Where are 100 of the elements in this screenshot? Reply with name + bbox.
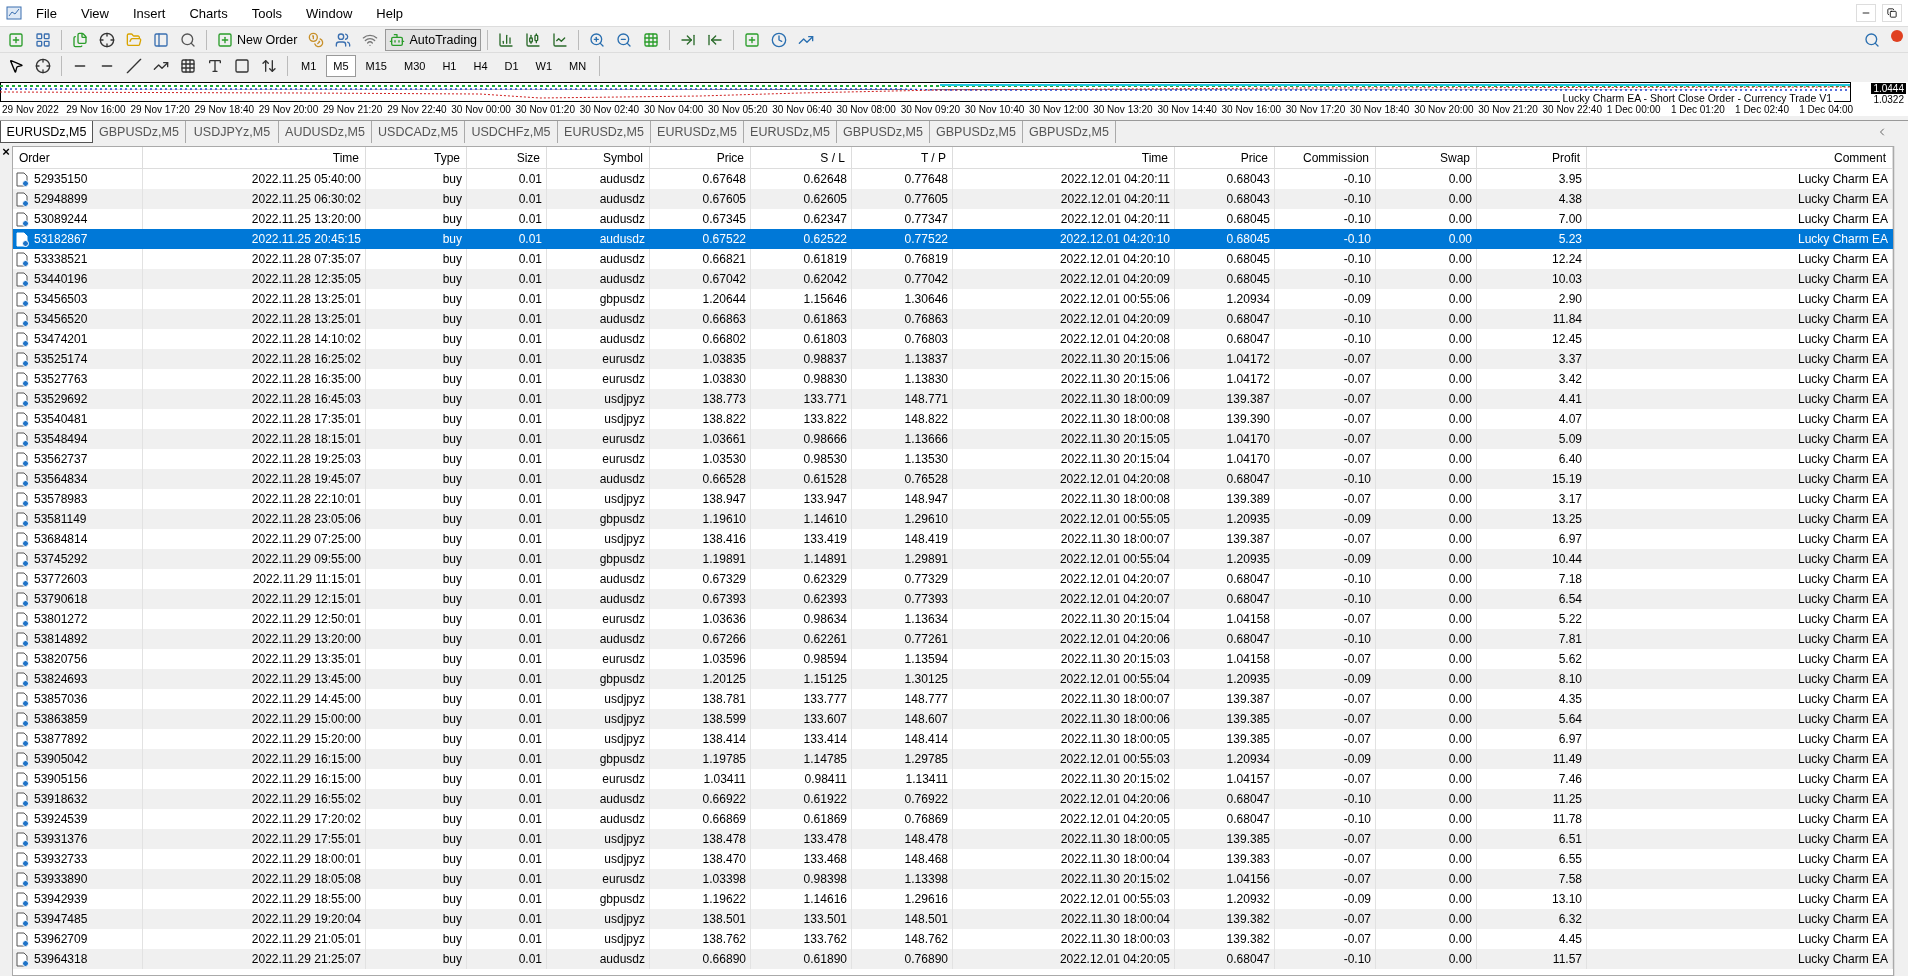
order-row[interactable]: 53529692 2022.11.28 16:45:03 buy 0.01 usdjpyz 138.773 133.771 148.771 2022.11.30 18:00:09 139.387 -0.07 0.00 4.41 Lucky Charm EA [13, 389, 1893, 409]
table-cell: 53820756 [34, 652, 88, 666]
order-row[interactable]: 53745292 2022.11.29 09:55:00 buy 0.01 gbpusdz 1.19891 1.14891 1.29891 2022.12.01 00:55:04 1.20935 -0.09 0.00 10.44 Lucky Charm EA [13, 549, 1893, 569]
menu-item[interactable]: View [70, 3, 119, 23]
order-row[interactable]: 53456503 2022.11.28 13:25:01 buy 0.01 gbpusdz 1.20644 1.15646 1.30646 2022.12.01 00:55:06 1.20934 -0.09 0.00 2.90 Lucky Charm EA [13, 289, 1893, 309]
table-cell: 53962709 [34, 932, 88, 946]
timeframe-button[interactable]: H1 [435, 54, 464, 77]
timeframe-button[interactable]: M1 [294, 54, 324, 77]
order-row[interactable]: 53931376 2022.11.29 17:55:01 buy 0.01 usdjpyz 138.478 133.478 148.478 2022.11.30 18:00:05 139.385 -0.07 0.00 6.51 Lucky Charm EA [13, 829, 1893, 849]
order-row[interactable]: 53581149 2022.11.28 23:05:06 buy 0.01 gbpusdz 1.19610 1.14610 1.29610 2022.12.01 00:55:05 1.20935 -0.09 0.00 13.25 Lucky Charm EA [13, 509, 1893, 529]
order-row[interactable]: 53857036 2022.11.29 14:45:00 buy 0.01 usdjpyz 138.781 133.777 148.777 2022.11.30 18:00:07 139.387 -0.07 0.00 4.35 Lucky Charm EA [13, 689, 1893, 709]
order-row[interactable]: 53932733 2022.11.29 18:00:01 buy 0.01 usdjpyz 138.470 133.468 148.468 2022.11.30 18:00:04 139.383 -0.07 0.00 6.55 Lucky Charm EA [13, 849, 1893, 869]
order-row[interactable]: 53562737 2022.11.28 19:25:03 buy 0.01 eurusdz 1.03530 0.98530 1.13530 2022.11.30 20:15:04 1.04170 -0.07 0.00 6.40 Lucky Charm EA [13, 449, 1893, 469]
order-row[interactable]: 53525174 2022.11.28 16:25:02 buy 0.01 eurusdz 1.03835 0.98837 1.13837 2022.11.30 20:15:06 1.04172 -0.07 0.00 3.37 Lucky Charm EA [13, 349, 1893, 369]
chart-tab[interactable]: USDCADz,M5 [372, 121, 465, 143]
order-row[interactable]: 53578983 2022.11.28 22:10:01 buy 0.01 usdjpyz 138.947 133.947 148.947 2022.11.30 18:00:08 139.389 -0.07 0.00 3.17 Lucky Charm EA [13, 489, 1893, 509]
order-row[interactable]: 52935150 2022.11.25 05:40:00 buy 0.01 audusdz 0.67648 0.62648 0.77648 2022.12.01 04:20:11 0.68043 -0.10 0.00 3.95 Lucky Charm EA [13, 169, 1893, 189]
order-row[interactable]: 53947485 2022.11.29 19:20:04 buy 0.01 usdjpyz 138.501 133.501 148.501 2022.11.30 18:00:04 139.382 -0.07 0.00 6.32 Lucky Charm EA [13, 909, 1893, 929]
menu-item[interactable]: Charts [179, 3, 238, 23]
order-row[interactable]: 53964318 2022.11.29 21:25:07 buy 0.01 audusdz 0.66890 0.61890 0.76890 2022.12.01 04:20:05 0.68047 -0.10 0.00 11.57 Lucky Charm EA [13, 949, 1893, 969]
order-row[interactable]: 53962709 2022.11.29 21:05:01 buy 0.01 usdjpyz 138.762 133.762 148.762 2022.11.30 18:00:03 139.382 -0.07 0.00 4.45 Lucky Charm EA [13, 929, 1893, 949]
menu-item[interactable]: Help [366, 3, 414, 23]
order-row[interactable]: 53564834 2022.11.28 19:45:07 buy 0.01 audusdz 0.66528 0.61528 0.76528 2022.12.01 04:20:08 0.68047 -0.10 0.00 15.19 Lucky Charm EA [13, 469, 1893, 489]
order-document-icon [16, 771, 29, 787]
order-row[interactable]: 53905042 2022.11.29 16:15:00 buy 0.01 gbpusdz 1.19785 1.14785 1.29785 2022.12.01 00:55:03 1.20934 -0.09 0.00 11.49 Lucky Charm EA [13, 749, 1893, 769]
menu-item[interactable]: Tools [241, 3, 293, 23]
order-row[interactable]: 53863859 2022.11.29 15:00:00 buy 0.01 usdjpyz 138.599 133.607 148.607 2022.11.30 18:00:06 139.385 -0.07 0.00 5.64 Lucky Charm EA [13, 709, 1893, 729]
order-row[interactable]: 53772603 2022.11.29 11:15:01 buy 0.01 audusdz 0.67329 0.62329 0.77329 2022.12.01 04:20:07 0.68047 -0.10 0.00 7.18 Lucky Charm EA [13, 569, 1893, 589]
chart-tab[interactable]: USDCHFz,M5 [465, 121, 558, 143]
order-document-icon [16, 391, 29, 407]
timeframe-button[interactable]: W1 [528, 54, 560, 77]
menu-item[interactable]: Insert [122, 3, 176, 23]
minimize-button[interactable] [1856, 4, 1876, 22]
order-row[interactable]: 53440196 2022.11.28 12:35:05 buy 0.01 audusdz 0.67042 0.62042 0.77042 2022.12.01 04:20:09 0.68045 -0.10 0.00 10.03 Lucky Charm EA [13, 269, 1893, 289]
table-cell-text: buy [441, 231, 463, 248]
table-cell: 53440196 [34, 272, 88, 286]
chart-tab[interactable]: EURUSDz,M5 [744, 121, 837, 143]
timeframe-button[interactable]: M30 [396, 54, 433, 77]
chart-tab[interactable]: GBPUSDz,M5 [837, 121, 930, 143]
timeframe-button[interactable]: M15 [358, 54, 394, 77]
order-row[interactable]: 53918632 2022.11.29 16:55:02 buy 0.01 audusdz 0.66922 0.61922 0.76922 2022.12.01 04:20:06 0.68047 -0.10 0.00 11.25 Lucky Charm EA [13, 789, 1893, 809]
menu-item[interactable]: File [26, 3, 67, 23]
chart-tab[interactable]: USDJPYz,M5 [186, 121, 279, 143]
time-axis-label: 29 Nov 16:00 [66, 103, 127, 115]
order-row[interactable]: 53527763 2022.11.28 16:35:00 buy 0.01 eurusdz 1.03830 0.98830 1.13830 2022.11.30 20:15:06 1.04172 -0.07 0.00 3.42 Lucky Charm EA [13, 369, 1893, 389]
order-document-icon [16, 871, 29, 887]
plus-icon [217, 31, 233, 48]
order-row[interactable]: 53820756 2022.11.29 13:35:01 buy 0.01 eurusdz 1.03596 0.98594 1.13594 2022.11.30 20:15:03 1.04158 -0.07 0.00 5.62 Lucky Charm EA [13, 649, 1893, 669]
menu-item[interactable]: Window [296, 3, 363, 23]
order-row[interactable]: 53824693 2022.11.29 13:45:00 buy 0.01 gbpusdz 1.20125 1.15125 1.30125 2022.12.01 00:55:04 1.20935 -0.09 0.00 8.10 Lucky Charm EA [13, 669, 1893, 689]
table-cell: 53905042 [34, 752, 88, 766]
order-row[interactable]: 53942939 2022.11.29 18:55:00 buy 0.01 gbpusdz 1.19622 1.14616 1.29616 2022.12.01 00:55:03 1.20932 -0.09 0.00 13.10 Lucky Charm EA [13, 889, 1893, 909]
table-cell: 0.76890 [852, 949, 953, 969]
order-row[interactable]: 53540481 2022.11.28 17:35:01 buy 0.01 usdjpyz 138.822 133.822 148.822 2022.11.30 18:00:08 139.390 -0.07 0.00 4.07 Lucky Charm EA [13, 409, 1893, 429]
time-axis-label: 30 Nov 09:20 [900, 103, 962, 115]
table-cell: 53456503 [34, 292, 88, 306]
order-row[interactable]: 53182867 2022.11.25 20:45:15 buy 0.01 audusdz 0.67522 0.62522 0.77522 2022.12.01 04:20:10 0.68045 -0.10 0.00 5.23 Lucky Charm EA [13, 229, 1893, 249]
order-row[interactable]: 53905156 2022.11.29 16:15:00 buy 0.01 eurusdz 1.03411 0.98411 1.13411 2022.11.30 20:15:02 1.04157 -0.07 0.00 7.46 Lucky Charm EA [13, 769, 1893, 789]
close-button[interactable]: × [2, 146, 10, 158]
chart-tab[interactable]: GBPUSDz,M5 [930, 121, 1023, 143]
timeframe-button[interactable]: H4 [466, 54, 495, 77]
order-row[interactable]: 53684814 2022.11.29 07:25:00 buy 0.01 usdjpyz 138.416 133.419 148.419 2022.11.30 18:00:07 139.387 -0.07 0.00 6.97 Lucky Charm EA [13, 529, 1893, 549]
expert-advisor-label: Lucky Charm EA - Short Close Order - Currency Trade V1 [1560, 92, 1834, 104]
autotrading-button[interactable]: AutoTrading [385, 28, 482, 51]
chart-tab[interactable]: EURUSDz,M5 [558, 121, 651, 143]
order-row[interactable]: 53456520 2022.11.28 13:25:01 buy 0.01 audusdz 0.66863 0.61863 0.76863 2022.12.01 04:20:09 0.68047 -0.10 0.00 11.84 Lucky Charm EA [13, 309, 1893, 329]
new-order-button[interactable]: New Order [213, 28, 302, 51]
table-cell: 53931376 [34, 832, 88, 846]
order-row[interactable]: 53089244 2022.11.25 13:20:00 buy 0.01 audusdz 0.67345 0.62347 0.77347 2022.12.01 04:20:11 0.68045 -0.10 0.00 7.00 Lucky Charm EA [13, 209, 1893, 229]
order-document-icon [16, 491, 29, 507]
order-row[interactable]: 53474201 2022.11.28 14:10:02 buy 0.01 audusdz 0.66802 0.61803 0.76803 2022.12.01 04:20:08 0.68047 -0.10 0.00 12.45 Lucky Charm EA [13, 329, 1893, 349]
time-axis-label: 29 Nov 2022 [2, 103, 60, 115]
order-row[interactable]: 52948899 2022.11.25 06:30:02 buy 0.01 audusdz 0.67605 0.62605 0.77605 2022.12.01 04:20:11 0.68043 -0.10 0.00 4.38 Lucky Charm EA [13, 189, 1893, 209]
order-row[interactable]: 53338521 2022.11.28 07:35:07 buy 0.01 audusdz 0.66821 0.61819 0.76819 2022.12.01 04:20:10 0.68045 -0.10 0.00 12.24 Lucky Charm EA [13, 249, 1893, 269]
order-row[interactable]: 53924539 2022.11.29 17:20:02 buy 0.01 audusdz 0.66869 0.61869 0.76869 2022.12.01 04:20:05 0.68047 -0.10 0.00 11.78 Lucky Charm EA [13, 809, 1893, 829]
timeframe-button[interactable]: D1 [497, 54, 526, 77]
timeframe-button[interactable]: M5 [326, 54, 356, 77]
time-axis-label: 29 Nov 17:20 [130, 103, 191, 115]
chart-tab[interactable]: GBPUSDz,M5 [1023, 121, 1116, 143]
order-row[interactable]: 53801272 2022.11.29 12:50:01 buy 0.01 eurusdz 1.03636 0.98634 1.13634 2022.11.30 20:15:04 1.04158 -0.07 0.00 5.22 Lucky Charm EA [13, 609, 1893, 629]
table-cell: 53790618 [34, 592, 88, 606]
robot-icon [389, 31, 406, 48]
time-axis-label: 30 Nov 21:20 [1478, 103, 1539, 115]
order-row[interactable]: 53933890 2022.11.29 18:05:08 buy 0.01 eurusdz 1.03398 0.98398 1.13398 2022.11.30 20:15:02 1.04156 -0.07 0.00 7.58 Lucky Charm EA [13, 869, 1893, 889]
chart-tab[interactable]: EURUSDz,M5 [0, 121, 93, 143]
chart-tab[interactable]: GBPUSDz,M5 [93, 121, 186, 143]
table-cell: 53877892 [34, 732, 88, 746]
order-row[interactable]: 53790618 2022.11.29 12:15:01 buy 0.01 audusdz 0.67393 0.62393 0.77393 2022.12.01 04:20:07 0.68047 -0.10 0.00 6.54 Lucky Charm EA [13, 589, 1893, 609]
order-row[interactable]: 53548494 2022.11.28 18:15:01 buy 0.01 eurusdz 1.03661 0.98666 1.13666 2022.11.30 20:15:05 1.04170 -0.07 0.00 5.09 Lucky Charm EA [13, 429, 1893, 449]
table-cell-text: 2022.12.01 04:20:10 [1058, 231, 1171, 248]
price-label: 1.0322 [1871, 94, 1906, 105]
order-row[interactable]: 53877892 2022.11.29 15:20:00 buy 0.01 usdjpyz 138.414 133.414 148.414 2022.11.30 18:00:05 139.385 -0.07 0.00 6.97 Lucky Charm EA [13, 729, 1893, 749]
time-axis-label: 29 Nov 22:40 [387, 103, 448, 115]
restore-button[interactable] [1882, 4, 1902, 22]
order-document-icon [16, 751, 29, 767]
timeframe-button[interactable]: MN [562, 54, 594, 77]
time-axis-label: 30 Nov 06:40 [772, 103, 833, 115]
chart-tab[interactable]: AUDUSDz,M5 [279, 121, 372, 143]
order-row[interactable]: 53814892 2022.11.29 13:20:00 buy 0.01 audusdz 0.67266 0.62261 0.77261 2022.12.01 04:20:06 0.68047 -0.10 0.00 7.81 Lucky Charm EA [13, 629, 1893, 649]
chart-tab[interactable]: EURUSDz,M5 [651, 121, 744, 143]
